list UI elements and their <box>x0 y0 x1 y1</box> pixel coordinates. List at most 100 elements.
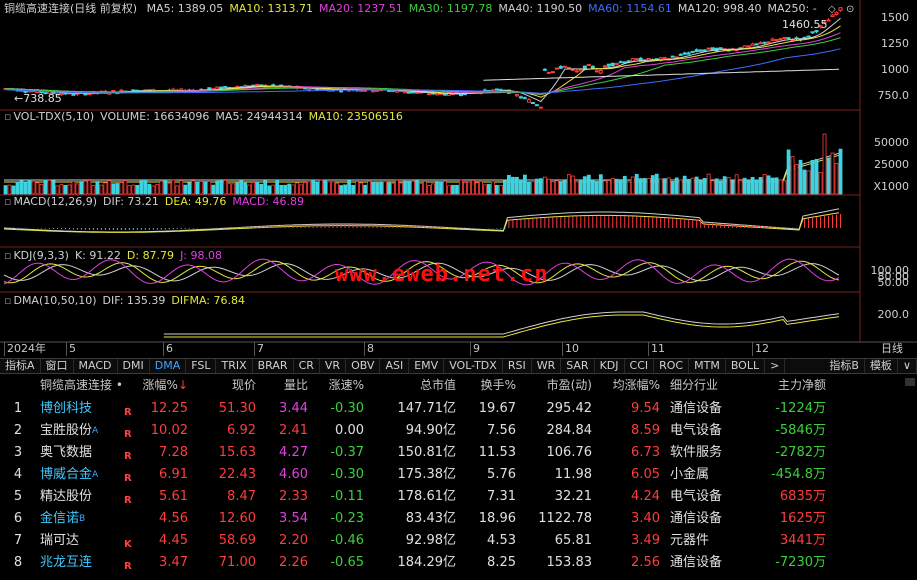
stock-name[interactable]: 兆龙互连 <box>40 552 92 574</box>
stock-list: 铜缆高速连接 • 涨幅%↓ 现价 量比 涨速% 总市值 换手% 市盈(动) 均涨幅% 细分行业 主力… <box>0 375 917 580</box>
tab-mtm[interactable]: MTM <box>689 359 726 373</box>
panel-toggle-icon[interactable]: ▫ <box>4 249 11 262</box>
table-row[interactable]: 4 博威合金A R 6.91 22.43 4.60 -0.30 175.38亿 5.76 11.9… <box>0 464 917 486</box>
table-row[interactable]: 1 博创科技 R 12.25 51.30 3.44 -0.30 147.71亿 19.67 295… <box>0 398 917 420</box>
tab-wr[interactable]: WR <box>532 359 562 373</box>
tab-kdj[interactable]: KDJ <box>595 359 625 373</box>
ma-value: MA60: 1154.61 <box>588 2 672 15</box>
period-label[interactable]: 日线 <box>881 342 903 356</box>
row-index: 7 <box>13 533 23 548</box>
tab-boll[interactable]: BOLL <box>726 359 766 373</box>
stock-class-badge: B <box>79 514 86 524</box>
current-price: 15.63 <box>218 445 256 460</box>
candle <box>119 89 124 92</box>
sort-desc-icon[interactable]: ↓ <box>178 378 188 392</box>
table-row[interactable]: 7 瑞可达 K 4.45 58.69 2.20 -0.46 92.98亿 4.53 65.81 3.… <box>0 530 917 552</box>
avg-change: 4.24 <box>631 489 660 504</box>
stock-name[interactable]: 金信诺B <box>40 508 85 530</box>
tab-right-2[interactable]: ∨ <box>898 359 917 373</box>
table-row[interactable]: 5 精达股份 R 5.61 8.47 2.33 -0.11 178.61亿 7.31 32.21 4… <box>0 486 917 508</box>
tab-指标a[interactable]: 指标A <box>0 359 41 373</box>
volume-bar <box>407 180 411 195</box>
tab-trix[interactable]: TRIX <box>216 359 253 373</box>
table-row[interactable]: 6 金信诺B 4.56 12.60 3.54 -0.23 83.43亿 18.96 1122.7… <box>0 508 917 530</box>
column-header-mcap[interactable]: 总市值 <box>376 375 456 395</box>
tab-fsl[interactable]: FSL <box>186 359 217 373</box>
candle <box>574 70 579 73</box>
column-header-pe[interactable]: 市盈(动) <box>522 375 592 395</box>
row-index: 1 <box>13 401 23 416</box>
stock-name[interactable]: 宝胜股份A <box>40 420 98 442</box>
candle <box>762 41 767 44</box>
column-header-vr[interactable]: 量比 <box>262 375 308 395</box>
column-header-name[interactable]: 铜缆高速连接 • <box>40 375 123 395</box>
stock-name[interactable]: 奥飞数据 <box>40 442 92 464</box>
volume-bar <box>455 184 459 195</box>
stock-name[interactable]: 博创科技 <box>40 398 92 420</box>
column-header-flow[interactable]: 主力净额 <box>740 375 826 395</box>
panel-toggle-icon[interactable]: ▫ <box>4 195 11 208</box>
tab-brar[interactable]: BRAR <box>253 359 294 373</box>
column-header-price[interactable]: 现价 <box>200 375 256 395</box>
table-row[interactable]: 8 兆龙互连 R 3.47 71.00 2.26 -0.65 184.29亿 8.25 153.8… <box>0 552 917 574</box>
volume-bar <box>299 184 304 195</box>
tab-cr[interactable]: CR <box>294 359 320 373</box>
volume-bar <box>183 184 188 195</box>
candle <box>71 93 76 96</box>
table-row[interactable]: 3 奥飞数据 R 7.28 15.63 4.27 -0.37 150.81亿 11.53 106.… <box>0 442 917 464</box>
volume-bar <box>786 149 791 195</box>
volume-ratio: 4.27 <box>279 445 308 460</box>
column-header-label: 涨速% <box>328 378 364 392</box>
stock-name[interactable]: 博威合金A <box>40 464 98 486</box>
tab-emv[interactable]: EMV <box>409 359 445 373</box>
candle <box>770 38 775 41</box>
tab-right-1[interactable]: 模板 <box>865 359 898 373</box>
tab-obv[interactable]: OBV <box>346 359 381 373</box>
table-row[interactable]: 2 宝胜股份A R 10.02 6.92 2.41 0.00 94.90亿 7.56 284.84… <box>0 420 917 442</box>
tab-roc[interactable]: ROC <box>654 359 690 373</box>
volume-bar <box>427 185 431 195</box>
tab-vol-tdx[interactable]: VOL-TDX <box>444 359 503 373</box>
volume-bar <box>626 181 631 195</box>
column-header-avg[interactable]: 均涨幅% <box>600 375 660 395</box>
panel-toggle-icon[interactable]: ▫ <box>4 110 11 123</box>
tab->[interactable]: > <box>765 359 786 373</box>
tab-right-0[interactable]: 指标B <box>824 359 865 373</box>
scroll-up-arrow[interactable] <box>905 378 915 386</box>
volume-bar <box>235 182 240 195</box>
column-header-turn[interactable]: 换手% <box>464 375 516 395</box>
column-header-ind[interactable]: 细分行业 <box>670 375 718 395</box>
tab-macd[interactable]: MACD <box>74 359 118 373</box>
tab-asi[interactable]: ASI <box>380 359 410 373</box>
tab-rsi[interactable]: RSI <box>503 359 532 373</box>
tab-vr[interactable]: VR <box>320 359 347 373</box>
settings-icon[interactable]: ⊙ <box>846 4 854 15</box>
tab-dma[interactable]: DMA <box>150 359 187 373</box>
candle <box>562 65 567 68</box>
volume-bar <box>518 180 523 195</box>
diamond-icon[interactable]: ◇ <box>828 4 836 15</box>
stock-name[interactable]: 瑞可达 <box>40 530 79 552</box>
panel-toggle-icon[interactable]: ▫ <box>4 294 11 307</box>
volume-bar <box>451 184 455 195</box>
pe-ratio: 11.98 <box>554 467 592 482</box>
column-header-chg[interactable]: 涨幅%↓ <box>140 375 188 395</box>
volume-bar <box>514 176 519 195</box>
volume-bar <box>590 180 595 195</box>
tab-cci[interactable]: CCI <box>625 359 655 373</box>
volume-bar <box>279 184 284 195</box>
volume-bar <box>47 179 52 195</box>
pe-ratio: 1122.78 <box>538 511 592 526</box>
volume-bar <box>303 182 308 195</box>
volume-bar <box>215 180 220 195</box>
stock-name[interactable]: 精达股份 <box>40 486 92 508</box>
change-percent: 5.61 <box>159 489 188 504</box>
tab-sar[interactable]: SAR <box>561 359 595 373</box>
tab-窗口[interactable]: 窗口 <box>41 359 74 373</box>
volume-ratio: 2.33 <box>279 489 308 504</box>
volume-bar <box>574 181 579 195</box>
tab-dmi[interactable]: DMI <box>118 359 150 373</box>
candle <box>458 94 463 97</box>
column-header-spd[interactable]: 涨速% <box>318 375 364 395</box>
time-axis-label: 9 <box>470 342 480 356</box>
